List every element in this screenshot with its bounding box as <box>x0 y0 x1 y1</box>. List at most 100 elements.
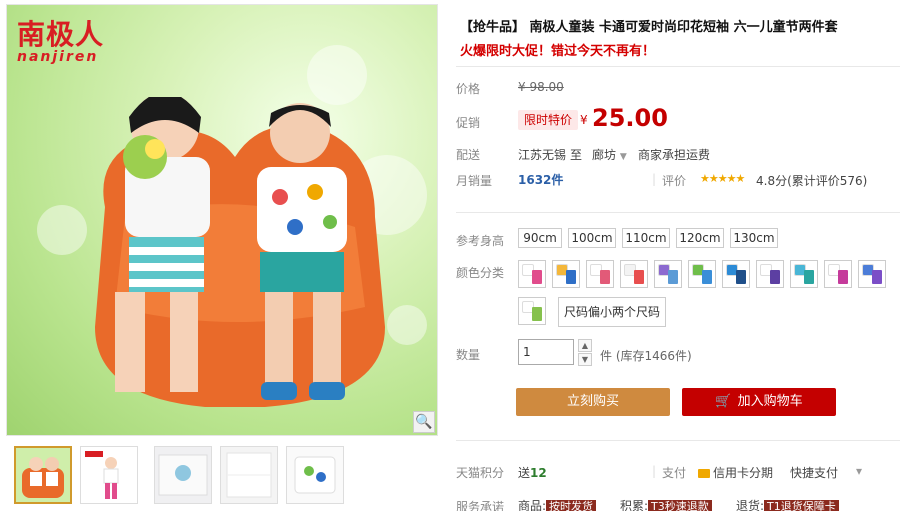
brand-logo: 南极人 nanjiren <box>17 13 137 69</box>
currency-symbol: ¥ <box>580 113 588 127</box>
more-payment-chevron-icon[interactable]: ▾ <box>856 464 862 478</box>
add-to-cart-button[interactable]: 🛒 加入购物车 <box>682 388 836 416</box>
pants-icon <box>566 270 576 284</box>
separator: | <box>652 172 657 186</box>
shipping-destination: 廊坊 <box>592 148 617 162</box>
points-value: 12 <box>530 466 547 480</box>
divider <box>456 440 900 441</box>
color-swatch[interactable] <box>586 260 614 288</box>
separator: | <box>652 464 657 478</box>
payment-label: 支付 <box>662 466 687 480</box>
credit-card-icon <box>698 469 710 478</box>
promo-label: 促销 <box>456 116 481 130</box>
original-price: ¥ 98.00 <box>518 80 564 94</box>
buy-now-button[interactable]: 立刻购买 <box>516 388 670 416</box>
main-product-photo[interactable]: 南极人 nanjiren 🔍 <box>6 4 438 436</box>
quantity-label: 数量 <box>456 348 481 362</box>
service-prefix: 退货: <box>736 499 765 511</box>
pants-icon <box>770 270 780 284</box>
color-swatch[interactable] <box>722 260 750 288</box>
pants-icon <box>804 270 814 284</box>
pants-icon <box>736 270 746 284</box>
children-on-chair-illustration <box>95 97 385 407</box>
zoom-icon[interactable]: 🔍 <box>413 411 435 433</box>
thumbnail-image <box>221 447 277 503</box>
brand-logo-cn: 南极人 <box>17 18 105 51</box>
shipping-to-word: 至 <box>570 148 583 162</box>
thumbnail-5[interactable] <box>286 446 344 504</box>
pants-icon <box>600 270 610 284</box>
background-bokeh <box>37 205 87 255</box>
service-tag[interactable]: T1退货保障卡 <box>764 500 839 511</box>
size-option[interactable]: 110cm <box>622 228 670 248</box>
background-bokeh <box>307 45 367 105</box>
color-swatch[interactable] <box>790 260 818 288</box>
pants-icon <box>668 270 678 284</box>
color-swatch[interactable] <box>518 260 546 288</box>
size-option[interactable]: 90cm <box>518 228 562 248</box>
service-item-3: 退货: T1退货保障卡 <box>736 497 839 511</box>
service-label: 服务承诺 <box>456 500 505 511</box>
divider <box>456 212 900 213</box>
color-swatch[interactable] <box>654 260 682 288</box>
size-option[interactable]: 100cm <box>568 228 616 248</box>
thumbnail-image <box>287 447 343 503</box>
points-label: 天猫积分 <box>456 466 505 480</box>
rating-label: 评价 <box>662 174 687 188</box>
pants-icon <box>838 270 848 284</box>
size-option[interactable]: 130cm <box>730 228 778 248</box>
sales-count: 1632件 <box>518 173 564 187</box>
pants-icon <box>702 270 712 284</box>
promo-badge: 限时特价 <box>518 110 579 130</box>
price-label: 价格 <box>456 82 481 96</box>
cart-icon: 🛒 <box>715 394 732 409</box>
thumbnail-4[interactable] <box>220 446 278 504</box>
credit-installment-label: 信用卡分期 <box>713 466 774 480</box>
current-price: 25.00 <box>592 104 668 132</box>
shipping-destination-select[interactable]: 廊坊 ▼ <box>592 146 627 163</box>
service-prefix: 商品: <box>518 499 547 511</box>
pants-icon <box>532 270 542 284</box>
pants-icon <box>872 270 882 284</box>
size-option[interactable]: 120cm <box>676 228 724 248</box>
thumbnail-image <box>155 447 211 503</box>
rating-text[interactable]: 4.8分(累计评价576) <box>756 172 867 189</box>
thumbnail-1[interactable] <box>14 446 72 504</box>
thumbnail-3[interactable] <box>154 446 212 504</box>
quantity-down-icon[interactable]: ▼ <box>578 353 592 366</box>
product-subtitle: 火爆限时大促！错过今天不再有！ <box>460 44 656 59</box>
color-swatch[interactable] <box>858 260 886 288</box>
pants-icon <box>532 307 542 321</box>
service-tag[interactable]: T3秒速退款 <box>648 500 712 511</box>
quantity-input[interactable]: 1 <box>518 339 574 365</box>
quantity-up-icon[interactable]: ▲ <box>578 339 592 352</box>
brand-logo-en: nanjiren <box>17 49 99 65</box>
thumbnail-image <box>81 447 137 503</box>
color-text-option[interactable]: 尺码偏小两个尺码 <box>558 297 667 327</box>
product-title[interactable]: 【抢牛品】 南极人童装 卡通可爱时尚印花短袖 六一儿童节两件套 <box>460 16 838 35</box>
divider <box>456 66 900 67</box>
thumbnail-image <box>16 448 70 502</box>
pants-icon <box>634 270 644 284</box>
color-swatch[interactable] <box>824 260 852 288</box>
thumbnail-2[interactable] <box>80 446 138 504</box>
product-info-panel: 【抢牛品】 南极人童装 卡通可爱时尚印花短袖 六一儿童节两件套 火爆限时大促！错… <box>456 0 900 511</box>
color-swatch[interactable] <box>688 260 716 288</box>
quick-pay[interactable]: 快捷支付 <box>790 464 838 481</box>
shipping-label: 配送 <box>456 148 481 162</box>
color-swatch[interactable] <box>518 297 546 325</box>
color-label: 颜色分类 <box>456 266 505 280</box>
add-to-cart-label: 加入购物车 <box>737 394 803 409</box>
thumbnail-strip <box>14 446 438 508</box>
service-prefix: 积累: <box>620 499 649 511</box>
service-tag[interactable]: 按时发货 <box>546 500 597 511</box>
color-swatch[interactable] <box>756 260 784 288</box>
credit-installment[interactable]: 信用卡分期 <box>698 464 773 481</box>
color-swatch[interactable] <box>552 260 580 288</box>
service-item-2: 积累: T3秒速退款 <box>620 497 712 511</box>
chevron-down-icon: ▼ <box>619 152 627 162</box>
color-swatch[interactable] <box>620 260 648 288</box>
sales-label: 月销量 <box>456 174 493 188</box>
shipping-from: 江苏无锡 <box>518 148 567 162</box>
points-info: 送12 <box>518 464 547 481</box>
